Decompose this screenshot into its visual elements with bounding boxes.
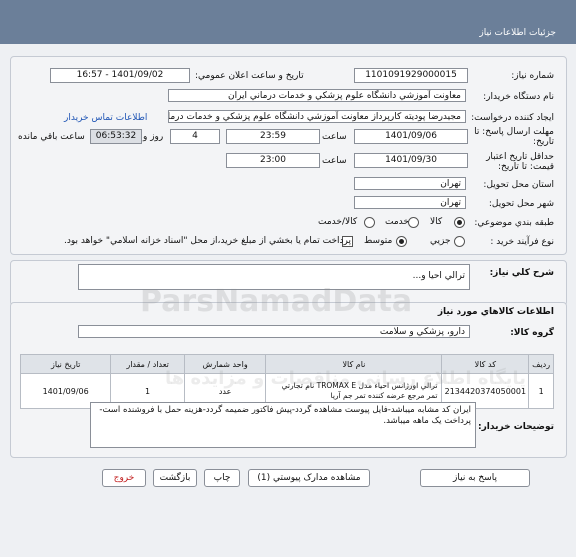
province-field: تهران [354,177,466,190]
goods-group-label: گروه کالا: [510,328,554,338]
purchase-minor-label: جزيي [430,236,451,246]
deadline-time-field: 23:59 [226,129,320,144]
announce-field: 1401/09/02 - 16:57 [50,68,190,83]
back-button[interactable]: بازگشت [153,469,197,487]
summary-field: ترالي احيا و... [78,264,470,290]
deadline-date-field: 1401/09/06 [354,129,468,144]
col-qty: تعداد / مقدار [110,354,185,374]
category-service-label: خدمت [385,217,409,227]
goods-table: رديف کد کالا نام کالا واحد شمارش تعداد /… [19,354,554,409]
validity-time-field: 23:00 [226,153,320,168]
buyer-notes-label: توضيحات خريدار: [478,422,554,432]
purchase-minor-radio[interactable] [454,236,465,247]
validity-hour-label: ساعت [322,156,347,166]
creator-label: ايجاد کننده درخواست: [471,113,554,123]
days-label: روز و [143,132,164,142]
reply-button[interactable]: پاسخ به نياز [420,469,530,487]
validity-date-field: 1401/09/30 [354,153,468,168]
purchase-type-label: نوع فرآيند خريد : [490,237,554,247]
page-title: جزئيات اطلاعات نياز [479,28,556,38]
validity-label-line2: قيمت: تا تاريخ: [498,162,554,172]
city-field: تهران [354,196,466,209]
remaining-time-field: 06:53:32 [90,129,142,144]
category-goods-radio[interactable] [454,217,465,228]
category-goods-service-label: کالا/خدمت [318,217,358,227]
need-number-label: شماره نياز: [511,71,554,81]
purchase-medium-radio[interactable] [396,236,407,247]
deadline-label-line1: مهلت ارسال پاسخ: تا [474,127,554,137]
buyer-notes-field: ايران کد مشابه ميباشد-فايل پيوست مشاهده … [90,402,476,448]
category-label: طبقه بندي موضوعي: [474,218,554,228]
treasury-payment-note: پرداخت تمام يا بخشي از مبلغ خريد،از محل … [64,236,352,246]
announce-label: تاريخ و ساعت اعلان عمومي: [195,71,304,81]
remaining-label: ساعت باقي مانده [18,132,85,142]
row-number: 1 [528,373,554,409]
purchase-medium-label: متوسط [364,236,393,246]
deadline-hour-label: ساعت [322,132,347,142]
goods-group-field: دارو، پزشکي و سلامت [78,325,470,338]
category-service-radio[interactable] [408,217,419,228]
col-code: کد کالا [441,354,530,374]
summary-label: شرح کلي نياز: [489,268,554,278]
print-button[interactable]: چاپ [204,469,240,487]
col-row: رديف [528,354,554,374]
col-date: تاريخ نياز [19,354,112,374]
city-label: شهر محل تحويل: [488,199,554,209]
page-header: جزئيات اطلاعات نياز [0,0,576,44]
goods-table-header: رديف کد کالا نام کالا واحد شمارش تعداد /… [19,354,554,374]
buyer-field: معاونت آموزشي دانشگاه علوم پزشکي و خدمات… [168,89,466,102]
category-goods-label: کالا [430,217,443,227]
goods-section-title: اطلاعات کالاهاي مورد نياز [437,307,554,317]
validity-label-line1: حداقل تاريخ اعتبار [486,152,554,162]
col-name: نام کالا [265,354,443,374]
exit-button[interactable]: خروج [102,469,146,487]
creator-field: مجيدرضا پوديته کارپرداز معاونت آموزشي دا… [168,110,466,123]
view-attachments-button[interactable]: مشاهده مدارک پيوستي (1) [248,469,370,487]
buyer-contact-link[interactable]: اطلاعات تماس خريدار [64,113,147,123]
col-unit: واحد شمارش [183,354,267,374]
deadline-label-line2: تاريخ: [533,137,554,147]
days-field: 4 [170,129,220,144]
need-number-field: 1101091929000015 [354,68,468,83]
category-goods-service-radio[interactable] [364,217,375,228]
province-label: استان محل تحويل: [483,180,554,190]
buyer-label: نام دستگاه خريدار: [483,92,554,102]
